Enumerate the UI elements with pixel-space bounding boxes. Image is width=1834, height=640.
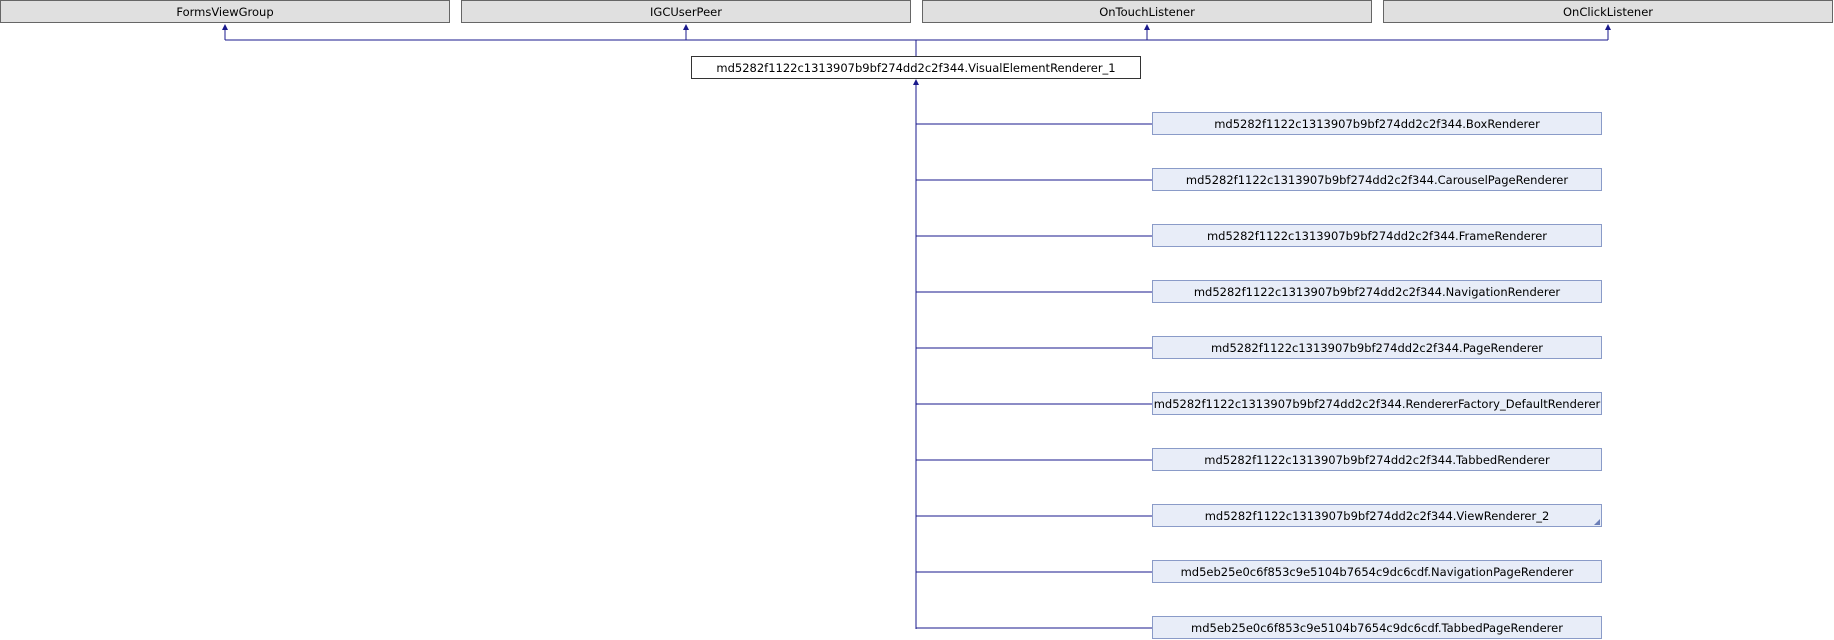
interface-box-igcuserpeer[interactable]: IGCUserPeer: [461, 0, 911, 23]
interface-label: FormsViewGroup: [176, 4, 274, 19]
derived-class-label: md5eb25e0c6f853c9e5104b7654c9dc6cdf.Navi…: [1180, 564, 1574, 579]
derived-class-label: md5282f1122c1313907b9bf274dd2c2f344.BoxR…: [1214, 116, 1540, 131]
base-class-box[interactable]: md5282f1122c1313907b9bf274dd2c2f344.Visu…: [691, 56, 1141, 79]
interface-box-onclicklistener[interactable]: OnClickListener: [1383, 0, 1833, 23]
derived-class-box[interactable]: md5282f1122c1313907b9bf274dd2c2f344.Tabb…: [1152, 448, 1602, 471]
derived-class-label: md5282f1122c1313907b9bf274dd2c2f344.View…: [1204, 508, 1550, 523]
derived-class-box[interactable]: md5282f1122c1313907b9bf274dd2c2f344.Rend…: [1152, 392, 1602, 415]
derived-class-label: md5282f1122c1313907b9bf274dd2c2f344.Tabb…: [1204, 452, 1550, 467]
base-class-label: md5282f1122c1313907b9bf274dd2c2f344.Visu…: [716, 60, 1116, 75]
derived-class-label: md5282f1122c1313907b9bf274dd2c2f344.Fram…: [1206, 228, 1548, 243]
derived-class-label: md5eb25e0c6f853c9e5104b7654c9dc6cdf.Tabb…: [1191, 620, 1563, 635]
inheritance-edges: [222, 24, 1611, 629]
derived-class-box[interactable]: md5282f1122c1313907b9bf274dd2c2f344.Fram…: [1152, 224, 1602, 247]
derived-class-box[interactable]: md5282f1122c1313907b9bf274dd2c2f344.View…: [1152, 504, 1602, 527]
derived-class-box[interactable]: md5eb25e0c6f853c9e5104b7654c9dc6cdf.Navi…: [1152, 560, 1602, 583]
derived-class-label: md5282f1122c1313907b9bf274dd2c2f344.Navi…: [1193, 284, 1561, 299]
derived-class-box[interactable]: md5282f1122c1313907b9bf274dd2c2f344.Page…: [1152, 336, 1602, 359]
interface-label: OnClickListener: [1562, 4, 1653, 19]
derived-class-box[interactable]: md5282f1122c1313907b9bf274dd2c2f344.BoxR…: [1152, 112, 1602, 135]
interface-label: OnTouchListener: [1099, 4, 1195, 19]
derived-class-box[interactable]: md5eb25e0c6f853c9e5104b7654c9dc6cdf.Tabb…: [1152, 616, 1602, 639]
derived-class-box[interactable]: md5282f1122c1313907b9bf274dd2c2f344.Caro…: [1152, 168, 1602, 191]
derived-class-label: md5282f1122c1313907b9bf274dd2c2f344.Caro…: [1185, 172, 1569, 187]
interface-label: IGCUserPeer: [650, 4, 722, 19]
derived-class-label: md5282f1122c1313907b9bf274dd2c2f344.Page…: [1210, 340, 1544, 355]
interface-box-ontouchlistener[interactable]: OnTouchListener: [922, 0, 1372, 23]
derived-class-box[interactable]: md5282f1122c1313907b9bf274dd2c2f344.Navi…: [1152, 280, 1602, 303]
derived-class-label: md5282f1122c1313907b9bf274dd2c2f344.Rend…: [1153, 396, 1601, 411]
interface-box-formsviewgroup[interactable]: FormsViewGroup: [0, 0, 450, 23]
